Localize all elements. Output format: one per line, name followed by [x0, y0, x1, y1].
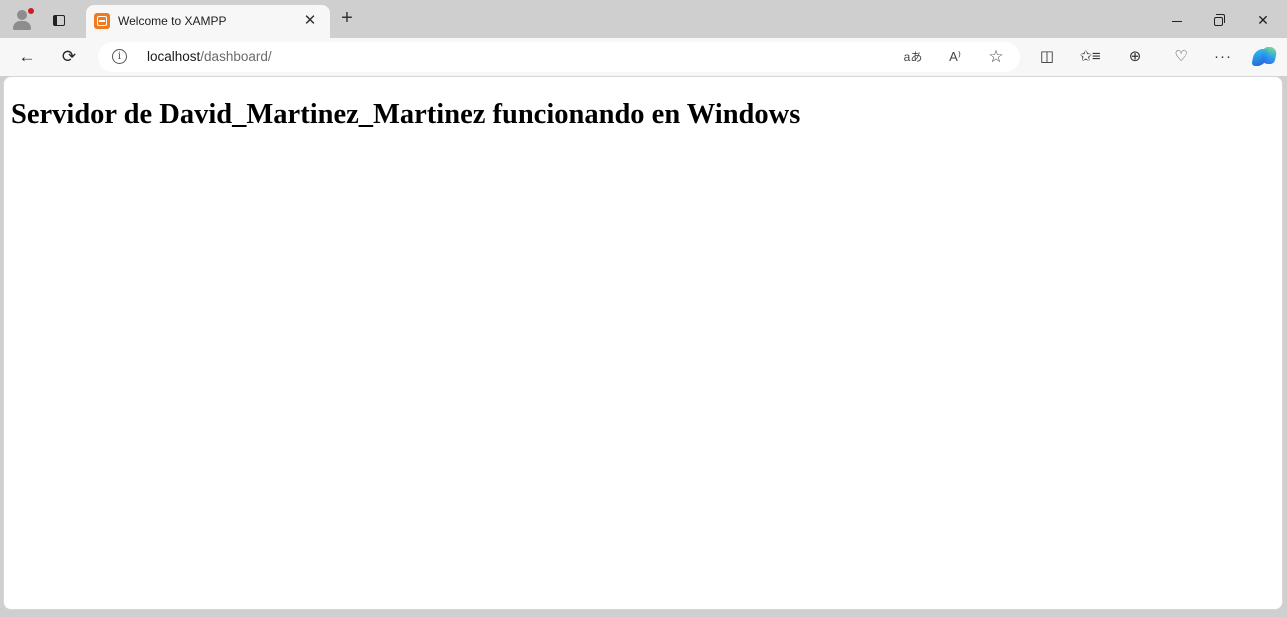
browser-essentials-icon[interactable]: ♡ [1168, 45, 1194, 69]
read-aloud-icon[interactable]: A⁾ [944, 47, 966, 67]
reload-button[interactable]: ⟳ [56, 45, 82, 69]
tab-welcome-to-xampp[interactable]: Welcome to XAMPP ✕ [86, 5, 330, 38]
back-button[interactable]: ← [14, 45, 40, 69]
split-screen-icon[interactable]: ◫ [1034, 45, 1060, 69]
profile-icon[interactable] [10, 8, 34, 32]
copilot-icon[interactable] [1251, 46, 1278, 68]
url-host: localhost [147, 49, 201, 64]
more-menu-icon[interactable]: ··· [1210, 45, 1236, 69]
favorites-icon[interactable]: ✩≡ [1077, 45, 1103, 69]
page-heading: Servidor de David_Martinez_Martinez func… [11, 99, 801, 130]
site-info-icon[interactable]: i [112, 49, 127, 64]
close-tab-icon[interactable]: ✕ [300, 11, 320, 31]
close-window-button[interactable]: ✕ [1240, 6, 1286, 34]
url-path: /dashboard/ [200, 49, 272, 64]
xampp-icon [94, 13, 110, 29]
favorite-star-icon[interactable]: ☆ [985, 47, 1007, 67]
browser-toolbar: ← ⟳ i localhost/dashboard/ aあ A⁾ ☆ ◫ ✩≡ … [0, 38, 1287, 76]
tab-actions-icon[interactable] [46, 9, 72, 31]
translate-icon[interactable]: aあ [902, 47, 924, 67]
collections-icon[interactable]: ⊕ [1122, 45, 1148, 69]
url-text[interactable]: localhost/dashboard/ [147, 49, 272, 64]
tab-title: Welcome to XAMPP [118, 14, 227, 28]
page-viewport: Servidor de David_Martinez_Martinez func… [3, 76, 1283, 610]
notification-dot [28, 8, 34, 14]
restore-button[interactable] [1195, 6, 1241, 34]
tab-strip: Welcome to XAMPP ✕ + ✕ [0, 0, 1287, 38]
new-tab-button[interactable]: + [336, 8, 358, 30]
minimize-button[interactable] [1154, 6, 1200, 34]
address-bar[interactable]: i localhost/dashboard/ aあ A⁾ ☆ [98, 42, 1020, 72]
